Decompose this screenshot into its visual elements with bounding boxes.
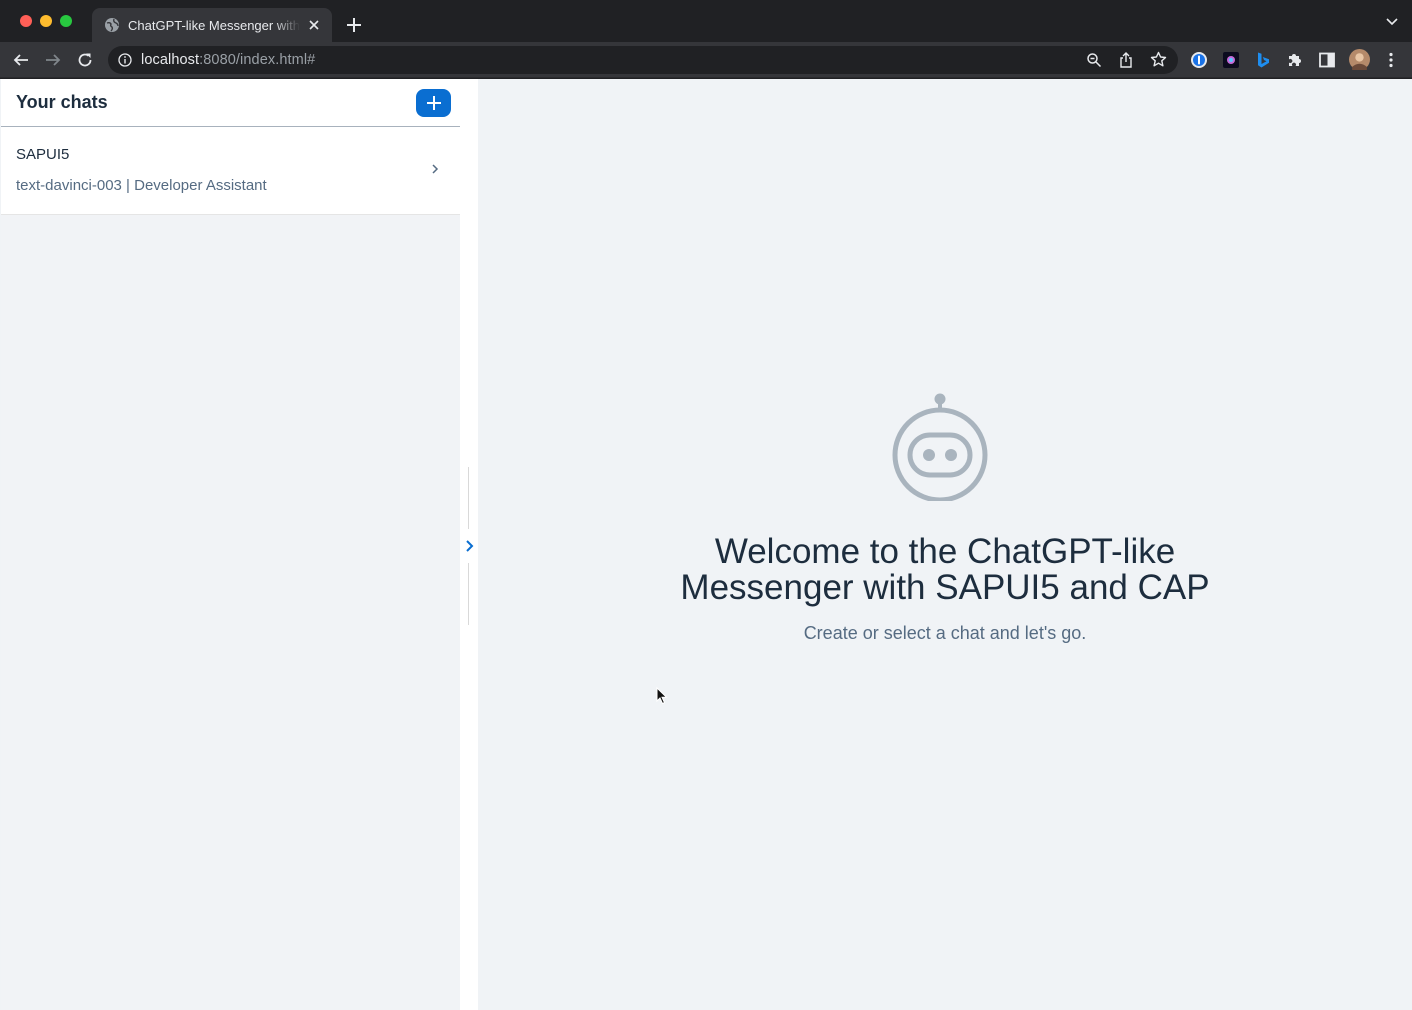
browser-toolbar: localhost:8080/index.html# bbox=[0, 42, 1412, 78]
sidepanel-icon[interactable] bbox=[1318, 51, 1336, 69]
chat-list-panel: Your chats SAPUI5 text-davinci-003 | Dev… bbox=[1, 79, 460, 1010]
panel-splitter[interactable] bbox=[460, 79, 478, 1010]
menu-kebab-icon[interactable] bbox=[1382, 51, 1400, 69]
url-host: localhost bbox=[141, 52, 200, 68]
mouse-cursor-icon bbox=[656, 687, 668, 705]
bookmark-star-icon[interactable] bbox=[1150, 51, 1167, 68]
address-bar[interactable]: localhost:8080/index.html# bbox=[108, 46, 1178, 74]
info-icon[interactable] bbox=[118, 53, 132, 67]
back-icon[interactable] bbox=[11, 50, 31, 70]
add-chat-button[interactable] bbox=[416, 89, 451, 117]
browser-tab-bar: ChatGPT-like Messenger with SAPUI5 and C… bbox=[0, 0, 1412, 42]
chevron-right-icon[interactable] bbox=[463, 538, 475, 554]
robot-icon bbox=[892, 393, 988, 501]
forward-icon[interactable] bbox=[43, 50, 63, 70]
zoom-icon[interactable] bbox=[1086, 52, 1102, 68]
url-text: localhost:8080/index.html# bbox=[141, 52, 315, 68]
bing-icon[interactable] bbox=[1254, 51, 1272, 69]
url-path: :8080/index.html# bbox=[199, 52, 316, 68]
share-icon[interactable] bbox=[1118, 51, 1134, 69]
extension-dark-icon[interactable] bbox=[1222, 51, 1240, 69]
detail-panel: Welcome to the ChatGPT-like Messenger wi… bbox=[478, 79, 1412, 1010]
password-manager-icon[interactable] bbox=[1190, 51, 1208, 69]
chevron-down-icon[interactable] bbox=[1386, 17, 1398, 27]
page-title: Your chats bbox=[16, 92, 108, 112]
plus-icon[interactable] bbox=[344, 15, 364, 35]
chat-list-header: Your chats bbox=[1, 79, 460, 127]
chat-list-item[interactable]: SAPUI5 text-davinci-003 | Developer Assi… bbox=[1, 127, 460, 215]
window-minimize-icon[interactable] bbox=[40, 15, 52, 27]
window-maximize-icon[interactable] bbox=[60, 15, 72, 27]
welcome-subtitle: Create or select a chat and let's go. bbox=[803, 623, 1087, 643]
tab-title: ChatGPT-like Messenger with SAPUI5 and C… bbox=[128, 17, 300, 33]
splitter-line-bottom bbox=[468, 563, 469, 625]
chat-title: SAPUI5 bbox=[16, 146, 70, 163]
avatar[interactable] bbox=[1349, 49, 1370, 70]
welcome-title: Welcome to the ChatGPT-like Messenger wi… bbox=[680, 532, 1210, 607]
extensions-puzzle-icon[interactable] bbox=[1286, 51, 1304, 69]
close-icon[interactable] bbox=[306, 17, 322, 33]
splitter-line-top bbox=[468, 467, 469, 529]
reload-icon[interactable] bbox=[75, 50, 95, 70]
browser-tab[interactable]: ChatGPT-like Messenger with SAPUI5 and C… bbox=[92, 8, 332, 42]
plus-icon bbox=[426, 96, 441, 110]
chat-description: text-davinci-003 | Developer Assistant bbox=[16, 177, 267, 194]
globe-icon bbox=[105, 18, 119, 32]
window-close-icon[interactable] bbox=[20, 15, 32, 27]
chevron-right-icon bbox=[432, 164, 439, 174]
app-container: Your chats SAPUI5 text-davinci-003 | Dev… bbox=[0, 79, 1412, 1010]
